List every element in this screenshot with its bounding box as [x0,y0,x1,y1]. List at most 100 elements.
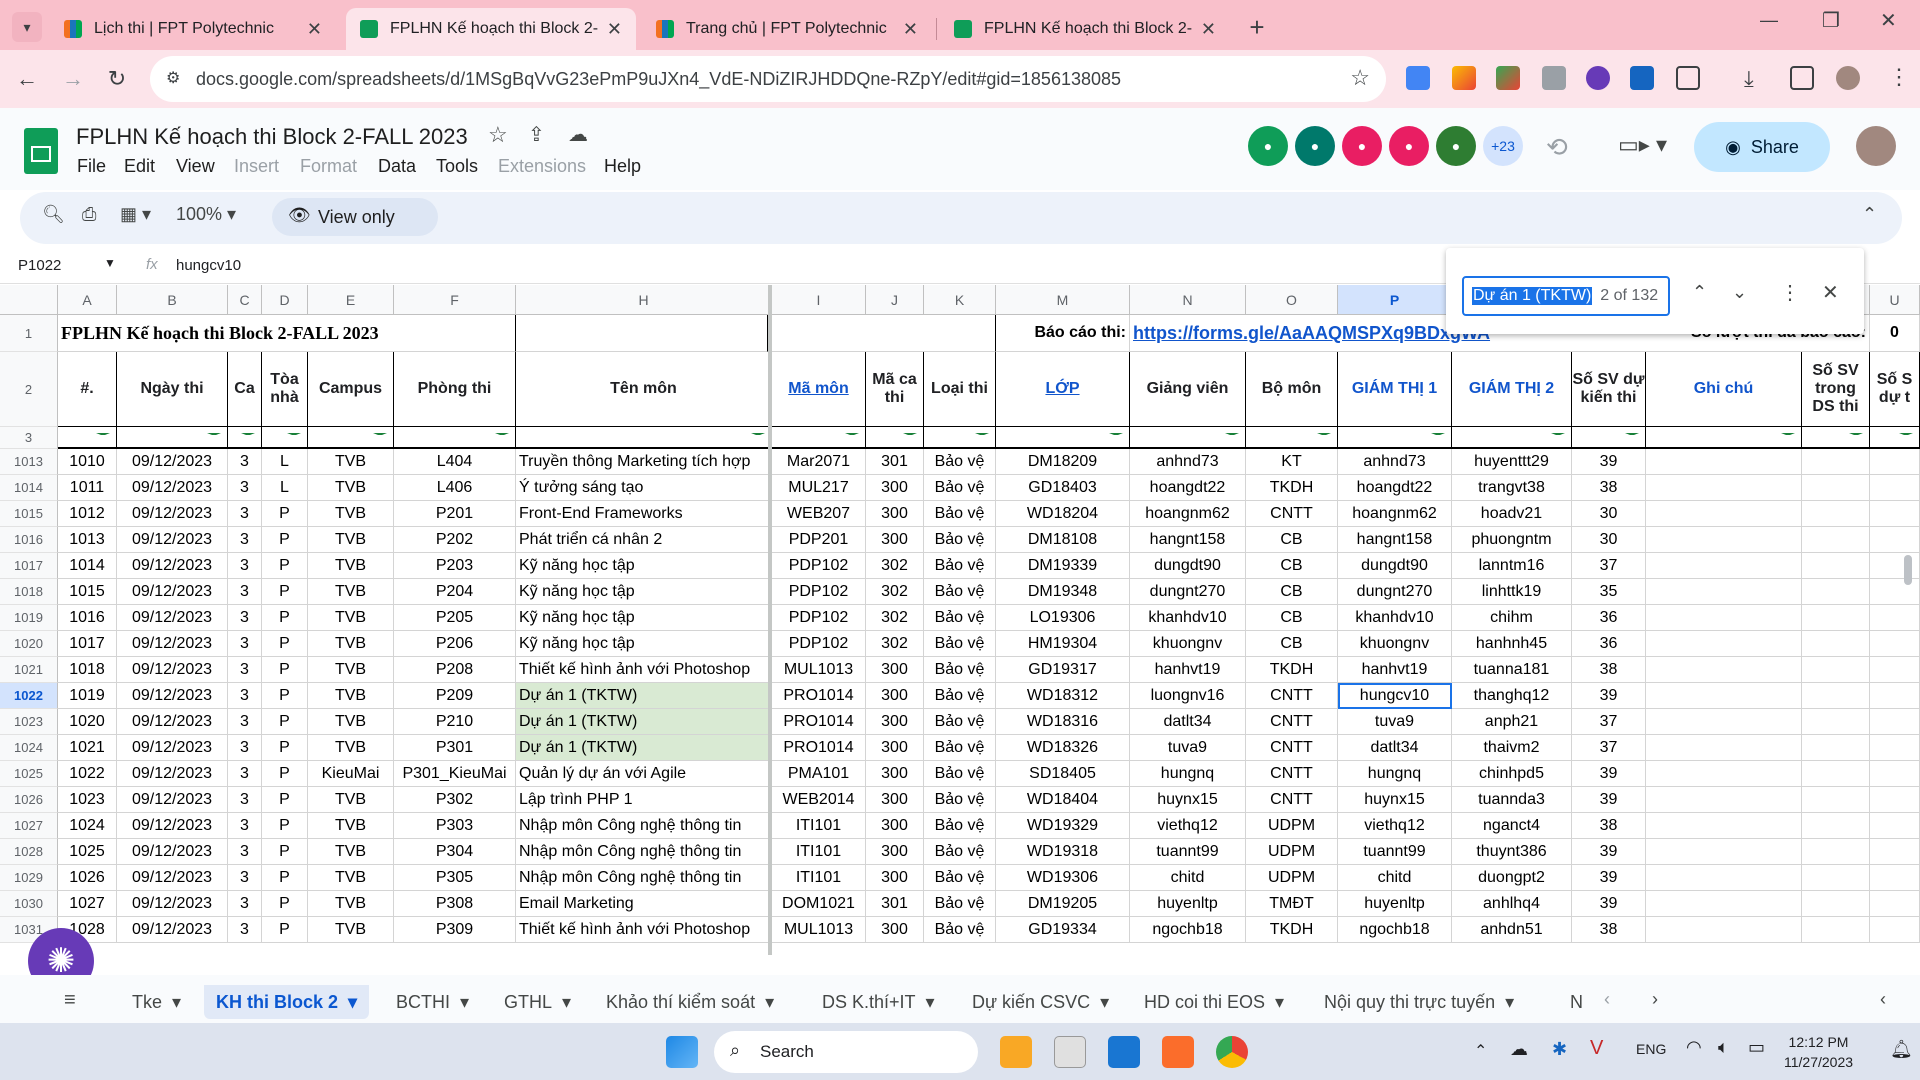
cell-empty[interactable] [1802,553,1870,579]
cell-room[interactable]: P204 [394,579,516,605]
cell-shift[interactable]: 3 [228,553,262,579]
cell-lecturer[interactable]: luongnv16 [1130,683,1246,709]
cell-proctor2[interactable]: hanhnh45 [1452,631,1572,657]
cell-empty[interactable] [1870,813,1920,839]
cell-dept[interactable]: CB [1246,631,1338,657]
menu-help[interactable]: Help [604,156,641,177]
row-header[interactable]: 2 [0,352,58,427]
side-panel-toggle-icon[interactable]: ‹ [1880,989,1886,1010]
cell-dept[interactable]: CNTT [1246,735,1338,761]
cell-no[interactable]: 1010 [58,449,117,475]
move-icon[interactable]: ⇪ [528,122,545,147]
cell-no[interactable]: 1023 [58,787,117,813]
cell-date[interactable]: 09/12/2023 [117,475,228,501]
cell-campus[interactable]: KieuMai [308,761,394,787]
cell-proctor1[interactable]: khuongnv [1338,631,1452,657]
cell-campus[interactable]: TVB [308,787,394,813]
cell-empty[interactable] [1646,657,1802,683]
cell-exam-code[interactable]: 302 [866,553,924,579]
cell-exam-type[interactable]: Bảo vệ [924,527,996,553]
cell-subject[interactable]: Nhập môn Công nghệ thông tin [516,865,772,891]
cell-room[interactable]: P302 [394,787,516,813]
cell-empty[interactable] [1802,579,1870,605]
cell-dept[interactable]: CB [1246,605,1338,631]
filter-icon[interactable] [495,432,509,442]
cell-dept[interactable]: CNTT [1246,501,1338,527]
filter-icon[interactable] [1781,432,1795,442]
browser-menu-icon[interactable]: ⋮ [1888,64,1910,90]
camera-extension-icon[interactable] [1542,66,1566,90]
cell-code[interactable]: PDP102 [772,553,866,579]
site-info-icon[interactable]: ⚙ [166,68,180,88]
cell-room[interactable]: P301_KieuMai [394,761,516,787]
cell-campus[interactable]: TVB [308,813,394,839]
cell-building[interactable]: P [262,787,308,813]
cell-no[interactable]: 1024 [58,813,117,839]
cell-room[interactable]: P301 [394,735,516,761]
collaborator-avatar[interactable]: ● [1342,126,1382,166]
onedrive-icon[interactable]: ☁ [1510,1039,1528,1060]
find-previous-icon[interactable]: ⌃ [1692,282,1707,303]
cloud-status-icon[interactable]: ☁ [568,122,588,147]
cell-dept[interactable]: TMĐT [1246,891,1338,917]
cell-date[interactable]: 09/12/2023 [117,501,228,527]
cell-code[interactable]: DOM1021 [772,891,866,917]
cell-lecturer[interactable]: datlt34 [1130,709,1246,735]
cell-date[interactable]: 09/12/2023 [117,787,228,813]
cell-proctor1[interactable]: hanhvt19 [1338,657,1452,683]
cell-room[interactable]: P208 [394,657,516,683]
print-icon[interactable]: ⎙ [82,204,96,225]
menu-view[interactable]: View [176,156,215,177]
tab-search-dropdown[interactable]: ▾ [12,12,42,42]
cell-building[interactable]: P [262,579,308,605]
cell-subject[interactable]: Ý tưởng sáng tạo [516,475,772,501]
vscode-icon[interactable] [1108,1036,1140,1068]
sheet-tab[interactable]: BCTHI ▾ [396,985,469,1019]
cell-empty[interactable] [1646,631,1802,657]
cell-code[interactable]: MUL1013 [772,917,866,943]
cell-no[interactable]: 1013 [58,527,117,553]
cell-campus[interactable]: TVB [308,891,394,917]
cell-empty[interactable] [1646,579,1802,605]
browser-tab[interactable]: FPLHN Kế hoạch thi Block 2-FA ✕ [940,8,1230,50]
cell-proctor1[interactable]: datlt34 [1338,735,1452,761]
cell-proctor1[interactable]: khanhdv10 [1338,605,1452,631]
filter-cell[interactable] [1802,427,1870,449]
cell-proctor2[interactable]: tuannda3 [1452,787,1572,813]
cell-dept[interactable]: UDPM [1246,813,1338,839]
cell-expected[interactable]: 35 [1572,579,1646,605]
cell-exam-type[interactable]: Bảo vệ [924,865,996,891]
cell-empty[interactable] [1646,475,1802,501]
cell-no[interactable]: 1014 [58,553,117,579]
filter-cell[interactable] [1338,427,1452,449]
cell-shift[interactable]: 3 [228,527,262,553]
vertical-scrollbar[interactable] [1904,555,1912,585]
cell-expected[interactable]: 38 [1572,475,1646,501]
cell-empty[interactable] [1646,709,1802,735]
cell-expected[interactable]: 37 [1572,553,1646,579]
star-icon[interactable]: ☆ [488,122,508,148]
cell-code[interactable]: ITI101 [772,865,866,891]
cell-lecturer[interactable]: hungnq [1130,761,1246,787]
cell-code[interactable]: PMA101 [772,761,866,787]
cell-proctor2[interactable]: hoadv21 [1452,501,1572,527]
cell-exam-code[interactable]: 300 [866,709,924,735]
cell-proctor2[interactable]: anph21 [1452,709,1572,735]
cell-exam-code[interactable]: 300 [866,735,924,761]
cell-class[interactable]: GD19334 [996,917,1130,943]
cell-lecturer[interactable]: tuannt99 [1130,839,1246,865]
tray-chevron-icon[interactable]: ⌃ [1474,1041,1487,1061]
cell-empty[interactable] [1802,709,1870,735]
reload-button[interactable]: ↻ [100,62,134,96]
cell-dept[interactable]: TKDH [1246,657,1338,683]
cell-no[interactable]: 1027 [58,891,117,917]
cell-proctor2[interactable]: thaivm2 [1452,735,1572,761]
flower-extension-icon[interactable] [1586,66,1610,90]
cell-date[interactable]: 09/12/2023 [117,657,228,683]
cell-building[interactable]: P [262,527,308,553]
cell-campus[interactable]: TVB [308,839,394,865]
cell-empty[interactable] [1870,735,1920,761]
browser-tab[interactable]: Lịch thi | FPT Polytechnic ✕ [50,8,336,50]
cell-empty[interactable] [1802,683,1870,709]
cell-date[interactable]: 09/12/2023 [117,449,228,475]
